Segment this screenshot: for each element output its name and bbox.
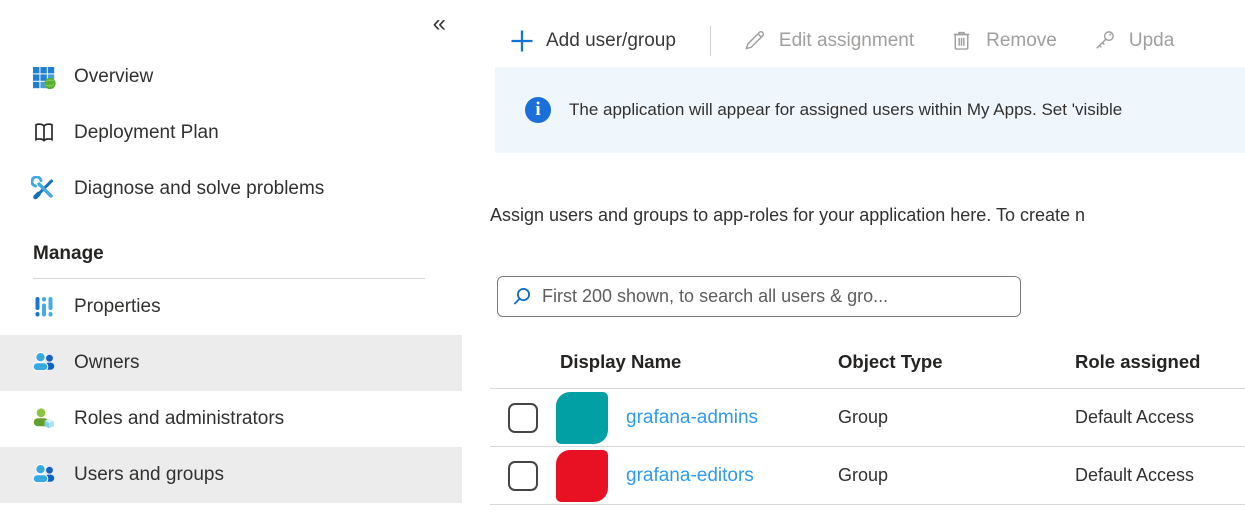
- row-checkbox[interactable]: [508, 461, 538, 491]
- search-input[interactable]: [542, 286, 1020, 307]
- info-banner-text: The application will appear for assigned…: [569, 100, 1122, 120]
- page-description: Assign users and groups to app-roles for…: [490, 204, 1245, 227]
- table-row[interactable]: grafana-admins Group Default Access: [490, 389, 1245, 447]
- group-name-link[interactable]: grafana-admins: [626, 407, 758, 429]
- edit-assignment-label: Edit assignment: [779, 30, 914, 52]
- command-bar: Add user/group Edit assignment: [490, 0, 1245, 67]
- sidebar-item-deployment-plan[interactable]: Deployment Plan: [0, 105, 462, 161]
- role-assigned-cell: Default Access: [1075, 407, 1245, 428]
- properties-icon: [30, 294, 57, 321]
- people-icon: [30, 350, 57, 377]
- sidebar-item-label: Roles and administrators: [74, 408, 284, 430]
- collapse-sidebar-icon[interactable]: «: [433, 12, 446, 36]
- grid-globe-icon: [30, 64, 57, 91]
- update-credentials-button[interactable]: Upda: [1091, 27, 1174, 54]
- table-row[interactable]: grafana-editors Group Default Access: [490, 447, 1245, 505]
- users-groups-table: Display Name Object Type Role assigned g…: [490, 335, 1245, 505]
- column-header-object-type: Object Type: [838, 351, 1075, 373]
- trash-icon: [948, 27, 975, 54]
- search-icon: [511, 286, 533, 308]
- key-icon: [1091, 27, 1118, 54]
- sidebar-item-label: Overview: [74, 66, 153, 88]
- plus-icon: [508, 27, 535, 54]
- group-avatar: [556, 450, 608, 502]
- people-icon: [30, 462, 57, 489]
- sidebar-item-diagnose[interactable]: Diagnose and solve problems: [0, 161, 462, 217]
- sidebar-item-owners[interactable]: Owners: [0, 335, 462, 391]
- book-icon: [30, 120, 57, 147]
- sidebar: « Overview: [0, 0, 462, 515]
- table-header-row: Display Name Object Type Role assigned: [490, 335, 1245, 389]
- search-box[interactable]: [497, 276, 1021, 317]
- sidebar-item-label: Users and groups: [74, 464, 224, 486]
- column-header-role-assigned: Role assigned: [1075, 351, 1245, 373]
- sidebar-item-label: Deployment Plan: [74, 122, 219, 144]
- tools-icon: [30, 176, 57, 203]
- group-name-link[interactable]: grafana-editors: [626, 465, 754, 487]
- add-user-group-label: Add user/group: [546, 30, 676, 52]
- sidebar-item-label: Properties: [74, 296, 161, 318]
- sidebar-nav: Overview Deployment Plan Diagnose an: [0, 0, 462, 503]
- row-checkbox[interactable]: [508, 403, 538, 433]
- add-user-group-button[interactable]: Add user/group: [508, 27, 676, 54]
- group-avatar: [556, 392, 608, 444]
- remove-label: Remove: [986, 30, 1057, 52]
- object-type-cell: Group: [838, 465, 1075, 486]
- update-credentials-label: Upda: [1129, 30, 1174, 52]
- sidebar-item-roles-administrators[interactable]: Roles and administrators: [0, 391, 462, 447]
- role-assigned-cell: Default Access: [1075, 465, 1245, 486]
- sidebar-item-label: Diagnose and solve problems: [74, 178, 324, 200]
- sidebar-item-properties[interactable]: Properties: [0, 279, 462, 335]
- manage-section-header: Manage: [0, 243, 462, 265]
- remove-button[interactable]: Remove: [948, 27, 1057, 54]
- object-type-cell: Group: [838, 407, 1075, 428]
- toolbar-divider: [710, 26, 711, 56]
- role-person-cube-icon: [30, 406, 57, 433]
- manage-section: Manage: [0, 243, 462, 279]
- main-content: Add user/group Edit assignment: [490, 0, 1245, 515]
- info-banner: i The application will appear for assign…: [495, 67, 1245, 153]
- sidebar-item-users-and-groups[interactable]: Users and groups: [0, 447, 462, 503]
- column-header-display-name: Display Name: [556, 351, 838, 373]
- pencil-icon: [741, 27, 768, 54]
- sidebar-item-label: Owners: [74, 352, 139, 374]
- info-icon: i: [525, 97, 551, 123]
- edit-assignment-button[interactable]: Edit assignment: [741, 27, 914, 54]
- sidebar-item-overview[interactable]: Overview: [0, 49, 462, 105]
